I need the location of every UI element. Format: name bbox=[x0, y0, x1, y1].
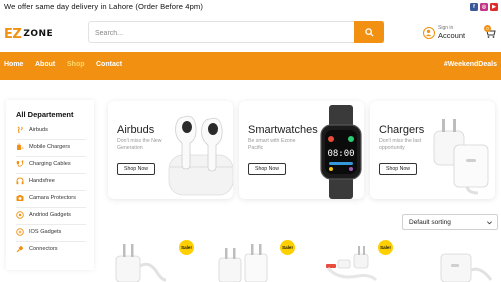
divider bbox=[16, 241, 86, 242]
banner-chargers[interactable]: Chargers Don't miss the last opportunity… bbox=[370, 101, 495, 199]
product-image-cable-set[interactable] bbox=[318, 240, 380, 282]
sidebar-item-charging-cables[interactable]: Charging Cables bbox=[16, 158, 71, 170]
sorting-value: Default sorting bbox=[409, 218, 451, 226]
divider bbox=[16, 139, 86, 140]
shop-now-button[interactable]: Shop Now bbox=[379, 163, 417, 175]
product-image-usb-charger[interactable] bbox=[108, 240, 168, 282]
smartwatch-product-image: 08:00 bbox=[320, 105, 362, 199]
nav-about[interactable]: About bbox=[35, 61, 55, 68]
sidebar-title: All Departement bbox=[16, 110, 74, 119]
nav-home[interactable]: Home bbox=[4, 61, 23, 68]
sale-badge: Sale! bbox=[179, 240, 194, 255]
search-icon bbox=[364, 27, 374, 37]
sale-badge: Sale! bbox=[378, 240, 393, 255]
shop-now-button[interactable]: Shop Now bbox=[117, 163, 155, 175]
airbuds-product-image bbox=[168, 115, 233, 196]
chevron-down-icon bbox=[487, 221, 492, 225]
sidebar-item-ios-gadgets[interactable]: IOS Gadgets bbox=[16, 226, 61, 238]
account-link[interactable]: Sign in Account bbox=[423, 25, 465, 40]
sidebar-item-mobile-chargers[interactable]: Mobile Chargers bbox=[16, 141, 70, 153]
banner-title: Smartwatches bbox=[248, 124, 318, 136]
divider bbox=[16, 173, 86, 174]
ezone-logo[interactable]: EZ ZONE bbox=[4, 24, 53, 44]
banner-airbuds[interactable]: Airbuds Don't miss the New Generation Sh… bbox=[108, 101, 233, 199]
nav-contact[interactable]: Contact bbox=[96, 61, 122, 68]
site-header: EZ ZONE Sign in Account 0 bbox=[0, 16, 501, 52]
main-nav: Home About Shop Contact #WeekendDeals bbox=[0, 52, 501, 80]
headphones-icon bbox=[16, 177, 24, 185]
search-button[interactable] bbox=[354, 21, 384, 43]
product-image-charger-set[interactable] bbox=[215, 240, 277, 282]
banner-title: Chargers bbox=[379, 124, 425, 136]
android-icon bbox=[16, 211, 24, 219]
camera-icon bbox=[16, 194, 24, 202]
sidebar-item-andriod-gadgets[interactable]: Andriod Gadgets bbox=[16, 209, 71, 221]
account-label: Account bbox=[438, 31, 466, 40]
user-icon bbox=[423, 26, 435, 39]
cable-icon bbox=[16, 160, 24, 168]
department-sidebar: All Departement Airbuds Mobile Chargers … bbox=[6, 100, 94, 270]
cart-count-badge: 0 bbox=[484, 25, 491, 32]
banner-subtitle: Don't miss the last opportunity bbox=[379, 138, 422, 151]
search-input[interactable] bbox=[95, 23, 355, 44]
charger-product-image bbox=[433, 119, 489, 195]
facebook-icon[interactable]: f bbox=[470, 3, 478, 11]
connector-icon bbox=[16, 245, 24, 253]
sidebar-item-handsfree[interactable]: Handsfree bbox=[16, 175, 55, 187]
watch-time: 08:00 bbox=[327, 149, 354, 159]
delivery-message: We offer same day delivery in Lahore (Or… bbox=[4, 2, 203, 11]
youtube-icon[interactable]: ▶ bbox=[490, 3, 498, 11]
instagram-icon[interactable]: ◎ bbox=[480, 3, 488, 11]
charger-icon bbox=[16, 143, 24, 151]
ios-icon bbox=[16, 228, 24, 236]
sidebar-item-airbuds[interactable]: Airbuds bbox=[16, 124, 48, 136]
divider bbox=[16, 224, 86, 225]
banner-title: Airbuds bbox=[117, 124, 155, 136]
weekend-deals-link[interactable]: #WeekendDeals bbox=[444, 61, 497, 68]
sale-badge: Sale! bbox=[280, 240, 295, 255]
divider bbox=[16, 207, 86, 208]
search-box bbox=[88, 21, 384, 44]
shop-now-button[interactable]: Shop Now bbox=[248, 163, 286, 175]
sorting-select[interactable]: Default sorting bbox=[402, 214, 498, 230]
sidebar-item-camara-protectors[interactable]: Camara Protectors bbox=[16, 192, 76, 204]
nav-shop[interactable]: Shop bbox=[67, 61, 85, 68]
product-image-wall-adapter[interactable] bbox=[425, 240, 495, 282]
airbuds-icon bbox=[16, 126, 24, 134]
divider bbox=[16, 190, 86, 191]
top-announcement-bar: We offer same day delivery in Lahore (Or… bbox=[0, 0, 501, 16]
banner-subtitle: Be smart with Ezone Pacific bbox=[248, 138, 296, 151]
divider bbox=[16, 156, 86, 157]
banner-smartwatches[interactable]: Smartwatches Be smart with Ezone Pacific… bbox=[239, 101, 364, 199]
sidebar-item-connectors[interactable]: Connectors bbox=[16, 243, 58, 255]
